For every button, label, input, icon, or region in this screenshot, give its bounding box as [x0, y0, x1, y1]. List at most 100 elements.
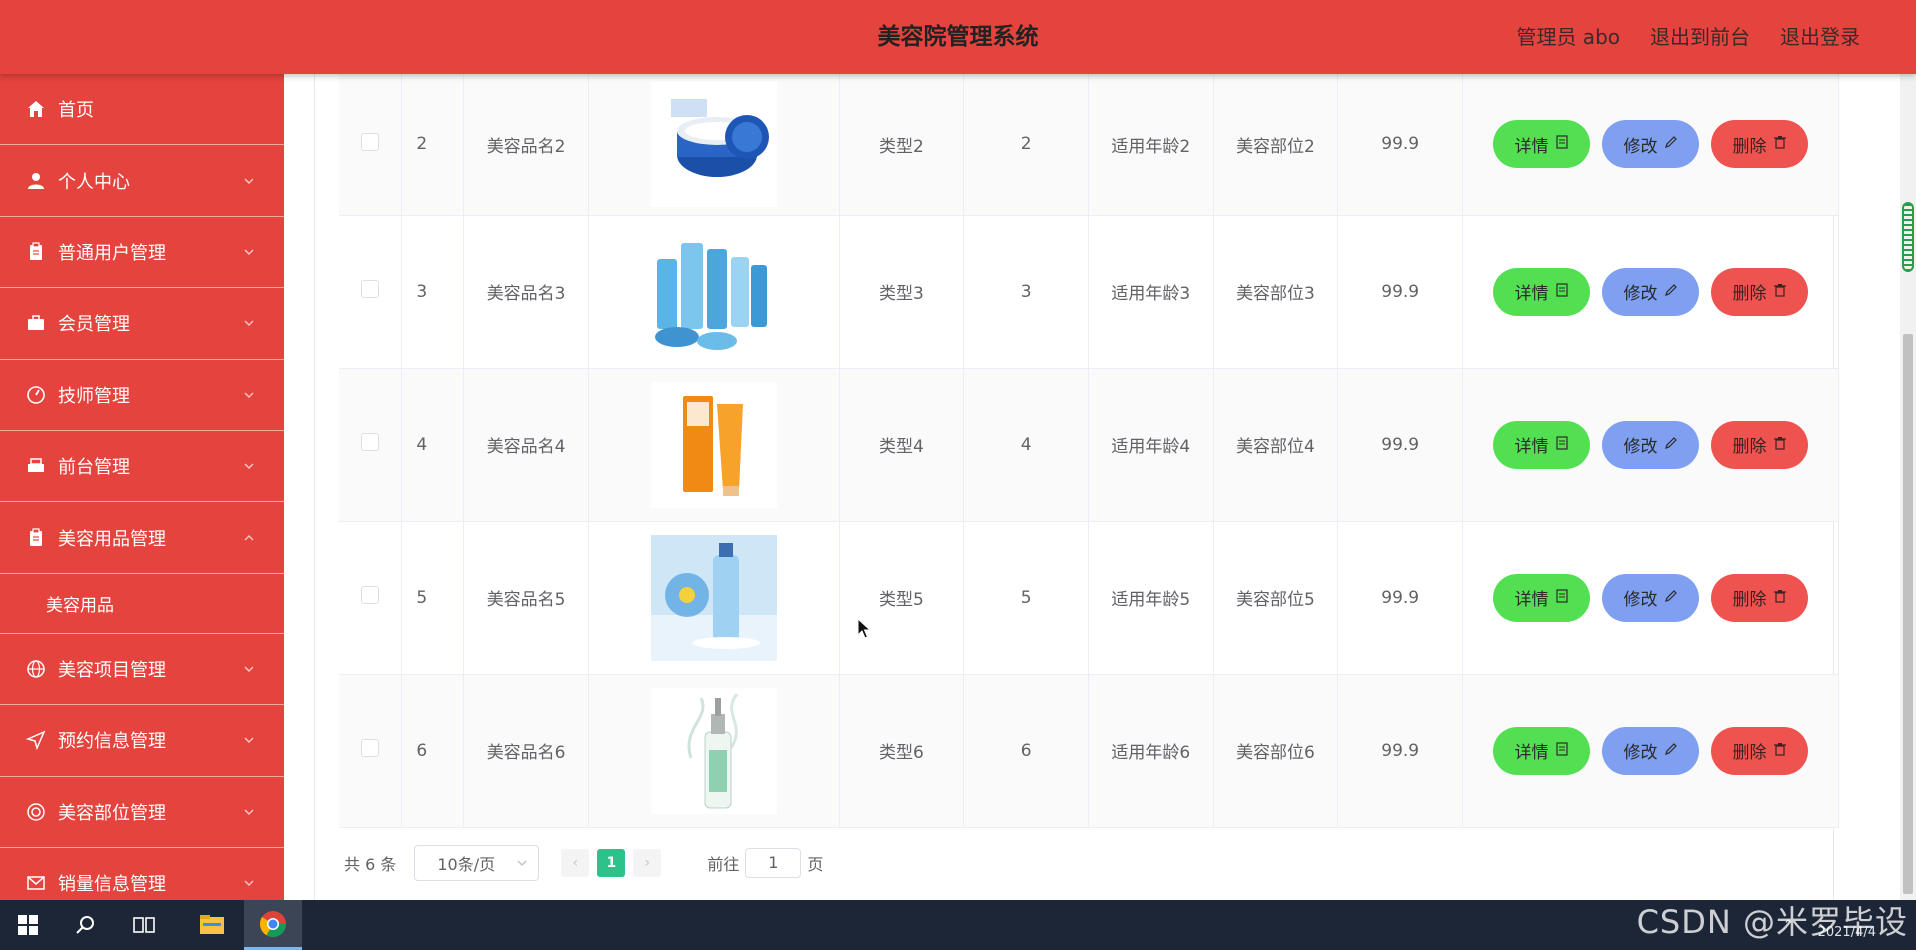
clipboard-icon — [26, 527, 46, 548]
edit-button-label: 修改 — [1623, 743, 1658, 763]
detail-button-label: 详情 — [1514, 743, 1549, 763]
edit-button[interactable]: 修改 — [1602, 573, 1700, 622]
sidebar-item[interactable]: 预约信息管理 — [0, 705, 284, 777]
next-page-button[interactable]: › — [633, 849, 662, 877]
detail-button[interactable]: 详情 — [1493, 573, 1591, 622]
cell-price: 99.9 — [1337, 368, 1464, 522]
delete-button-label: 删除 — [1732, 437, 1767, 457]
header-actions: 管理员 abo 退出到前台 退出登录 — [1516, 0, 1860, 74]
clipboard-icon — [26, 242, 46, 262]
trash-icon — [1773, 435, 1787, 455]
detail-button[interactable]: 详情 — [1493, 420, 1591, 469]
sidebar-item[interactable]: 技师管理 — [0, 360, 284, 431]
edit-button-label: 修改 — [1623, 284, 1658, 304]
cell-age: 适用年龄2 — [1088, 74, 1214, 216]
globe-icon — [26, 659, 46, 679]
page-number-button[interactable]: 1 — [597, 849, 626, 877]
detail-button[interactable]: 详情 — [1493, 120, 1591, 169]
sidebar-item-label: 普通用户管理 — [58, 242, 166, 264]
sidebar-item-label: 销量信息管理 — [58, 874, 166, 896]
delete-button[interactable]: 删除 — [1711, 573, 1809, 622]
detail-button[interactable]: 详情 — [1493, 726, 1591, 775]
row-checkbox[interactable] — [361, 433, 380, 451]
row-checkbox[interactable] — [361, 739, 380, 757]
essence-bottle-image — [650, 687, 777, 814]
delete-button-label: 删除 — [1732, 284, 1767, 304]
windows-start-icon[interactable] — [0, 900, 56, 950]
cell-number: 5 — [963, 521, 1089, 675]
back-to-front-link[interactable]: 退出到前台 — [1650, 0, 1750, 74]
sidebar-item[interactable]: 会员管理 — [0, 288, 284, 360]
delete-button[interactable]: 删除 — [1711, 726, 1809, 775]
pencil-icon — [1664, 282, 1678, 302]
table-row: 5 美容品名5 类型5 5 适用年龄5 美容部位5 99.9 详情 修改 删除 — [339, 521, 1839, 675]
page-scrollbar[interactable] — [1900, 74, 1916, 900]
sidebar-item[interactable]: 美容用品管理 — [0, 502, 284, 574]
sidebar-item[interactable]: 普通用户管理 — [0, 217, 284, 289]
search-icon[interactable] — [58, 900, 114, 950]
user-icon — [26, 171, 46, 191]
edit-button-label: 修改 — [1623, 437, 1658, 457]
cell-index: 4 — [401, 368, 465, 522]
edit-button[interactable]: 修改 — [1602, 420, 1700, 469]
row-checkbox[interactable] — [361, 132, 380, 151]
cell-index: 5 — [401, 521, 465, 675]
target-icon — [26, 802, 46, 822]
goto-page-input[interactable]: 1 — [745, 848, 802, 878]
page-size-select[interactable]: 10条/页 — [414, 845, 540, 881]
table-row: 2 美容品名2 类型2 2 适用年龄2 美容部位2 99.9 详情 修改 删除 — [339, 74, 1839, 216]
detail-button-label: 详情 — [1514, 284, 1549, 304]
chevron-down-icon — [244, 249, 254, 255]
cell-price: 99.9 — [1337, 215, 1464, 369]
cell-number: 2 — [963, 74, 1089, 216]
edit-button[interactable]: 修改 — [1602, 726, 1700, 775]
logout-link[interactable]: 退出登录 — [1780, 0, 1860, 74]
task-view-icon[interactable] — [116, 900, 172, 950]
edit-button[interactable]: 修改 — [1602, 267, 1700, 316]
document-icon — [1555, 588, 1569, 608]
sidebar-item[interactable]: 美容部位管理 — [0, 777, 284, 848]
cell-part: 美容部位2 — [1213, 74, 1339, 216]
sidebar-item-label: 美容用品管理 — [58, 528, 166, 550]
sidebar-subitem-label: 美容用品 — [46, 595, 114, 616]
detail-button[interactable]: 详情 — [1493, 267, 1591, 316]
top-header: 美容院管理系统 管理员 abo 退出到前台 退出登录 — [0, 0, 1916, 74]
cell-price: 99.9 — [1337, 674, 1464, 828]
edit-button-label: 修改 — [1623, 136, 1658, 157]
sidebar-item[interactable]: 前台管理 — [0, 431, 284, 503]
document-icon — [1555, 282, 1569, 302]
sidebar-item-label: 会员管理 — [58, 314, 130, 336]
scrollbar-thumb[interactable] — [1903, 334, 1913, 894]
file-explorer-icon[interactable] — [184, 900, 240, 950]
cell-age: 适用年龄3 — [1088, 215, 1214, 369]
sidebar-subitem-beauty-products[interactable]: 美容用品 — [0, 574, 284, 634]
chrome-icon[interactable] — [244, 900, 302, 950]
chevron-down-icon — [517, 860, 527, 867]
sidebar-item[interactable]: 首页 — [0, 74, 284, 146]
sidebar: 首页 个人中心普通用户管理 会员管理技师管理 前台管理美容用品管理美容用品美容项目管理… — [0, 74, 284, 900]
cell-part: 美容部位3 — [1213, 215, 1339, 369]
delete-button[interactable]: 删除 — [1711, 267, 1809, 316]
windows-taskbar: ⌃ 2021/4/4 — [0, 900, 1916, 950]
delete-button-label: 删除 — [1732, 136, 1767, 157]
trash-icon — [1773, 588, 1787, 608]
delete-button[interactable]: 删除 — [1711, 420, 1809, 469]
sidebar-item-label: 美容项目管理 — [58, 659, 166, 681]
sidebar-item[interactable]: 个人中心 — [0, 145, 284, 217]
delete-button-label: 删除 — [1732, 743, 1767, 763]
sidebar-item-label: 预约信息管理 — [58, 731, 166, 753]
cell-number: 3 — [963, 215, 1089, 369]
row-checkbox[interactable] — [361, 280, 380, 298]
cell-index: 3 — [401, 215, 465, 369]
serum-bottle-image — [650, 534, 777, 661]
cell-index: 6 — [401, 674, 465, 828]
prev-page-button[interactable]: ‹ — [561, 849, 590, 877]
chevron-down-icon — [244, 463, 254, 470]
cell-type: 类型3 — [839, 215, 965, 369]
delete-button[interactable]: 删除 — [1711, 120, 1809, 169]
row-checkbox[interactable] — [361, 586, 380, 604]
pencil-icon — [1664, 134, 1678, 154]
edit-button[interactable]: 修改 — [1602, 120, 1700, 169]
sidebar-item[interactable]: 销量信息管理 — [0, 848, 284, 900]
sidebar-item[interactable]: 美容项目管理 — [0, 634, 284, 706]
